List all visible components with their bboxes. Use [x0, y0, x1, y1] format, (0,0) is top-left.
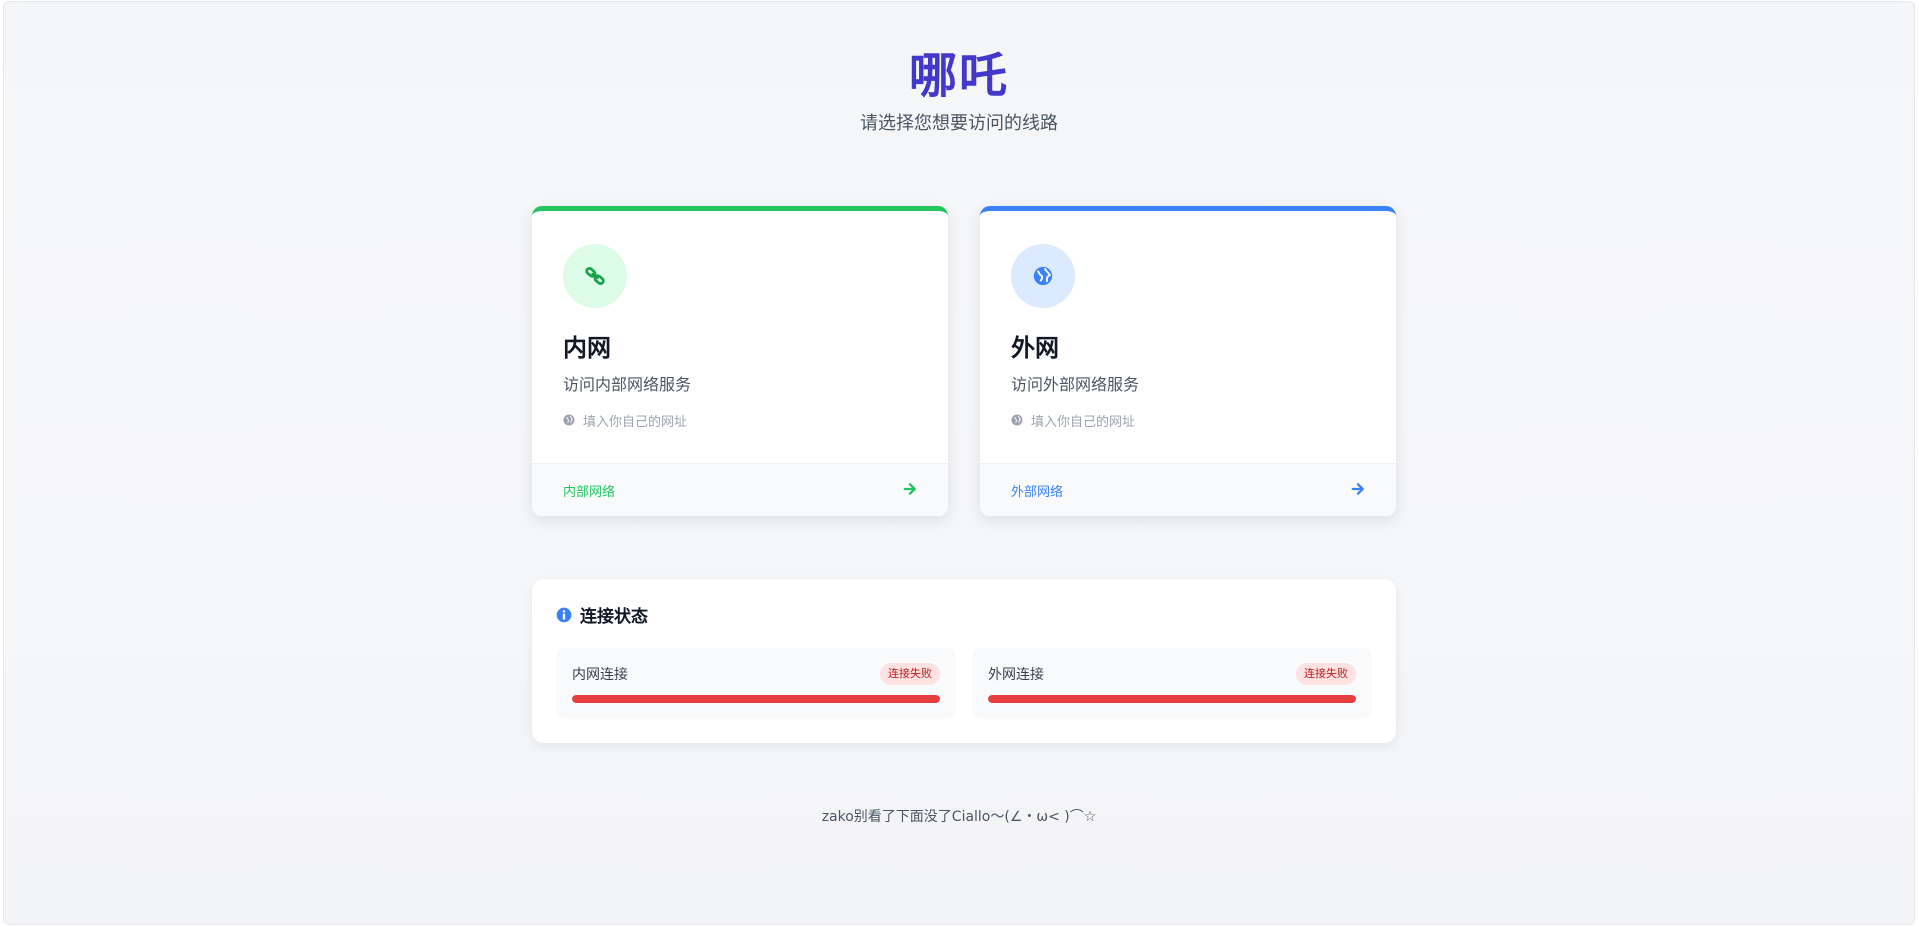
status-item-internal: 内网连接 连接失败	[556, 648, 956, 718]
route-url-hint: 填入你自己的网址	[563, 414, 687, 432]
status-progress-bar	[988, 695, 1356, 703]
route-card-footer[interactable]: 外部网络	[980, 463, 1396, 516]
page-frame: 哪吒 请选择您想要访问的线路 内网 访问内部网络服务 填入你自己的网址 内部网络…	[3, 1, 1915, 925]
route-url-hint: 填入你自己的网址	[1011, 414, 1135, 432]
status-label: 外网连接	[988, 667, 1044, 683]
route-footer-label: 内部网络	[563, 484, 616, 500]
route-footer-label: 外部网络	[1011, 484, 1064, 500]
connection-status-panel: 连接状态 内网连接 连接失败 外网连接 连接失败	[532, 579, 1396, 743]
arrow-right-icon[interactable]	[903, 481, 917, 500]
route-description: 访问内部网络服务	[563, 375, 692, 394]
route-card-footer[interactable]: 内部网络	[532, 463, 948, 516]
info-icon	[556, 607, 572, 627]
route-description: 访问外部网络服务	[1011, 375, 1140, 394]
route-card-internal[interactable]: 内网 访问内部网络服务 填入你自己的网址 内部网络	[532, 206, 948, 516]
url-hint-text: 填入你自己的网址	[583, 415, 688, 430]
page-subtitle: 请选择您想要访问的线路	[860, 113, 1058, 134]
status-progress-bar	[572, 695, 940, 703]
route-cards: 内网 访问内部网络服务 填入你自己的网址 内部网络 外网 访问外部网络服务 填入…	[532, 206, 1396, 516]
status-label: 内网连接	[572, 667, 628, 683]
route-card-external[interactable]: 外网 访问外部网络服务 填入你自己的网址 外部网络	[980, 206, 1396, 516]
status-title: 连接状态	[580, 607, 648, 627]
page-title: 哪吒	[908, 48, 1009, 104]
globe-icon	[563, 414, 575, 432]
route-title: 内网	[563, 334, 611, 362]
status-badge: 连接失败	[880, 663, 940, 685]
status-progress-fill	[572, 695, 940, 703]
status-item-external: 外网连接 连接失败	[972, 648, 1372, 718]
status-progress-fill	[988, 695, 1356, 703]
link-icon	[563, 244, 627, 308]
url-hint-text: 填入你自己的网址	[1031, 415, 1136, 430]
status-badge: 连接失败	[1296, 663, 1356, 685]
globe-icon	[1011, 244, 1075, 308]
page-header: 哪吒 请选择您想要访问的线路	[4, 46, 1914, 136]
globe-icon	[1011, 414, 1023, 432]
arrow-right-icon[interactable]	[1351, 481, 1365, 500]
route-title: 外网	[1011, 334, 1059, 362]
page-footer-text: zako别看了下面没了Ciallo～(∠・ω< )⌒☆	[821, 809, 1097, 825]
status-heading: 连接状态	[556, 606, 648, 628]
